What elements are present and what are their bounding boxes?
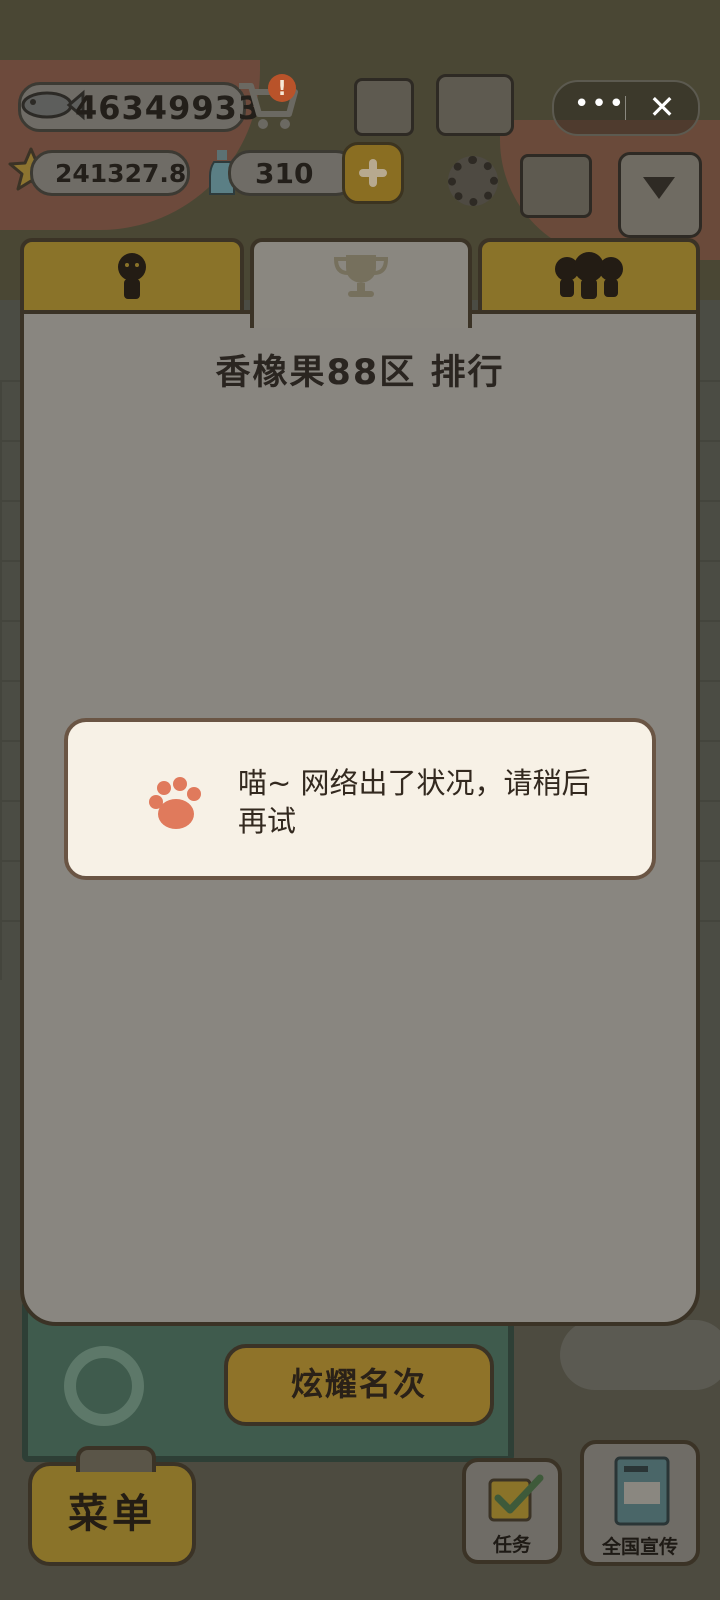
group-icon — [555, 252, 623, 299]
fish-currency: 46349933 — [18, 82, 260, 132]
promo-label: 全国宣传 — [601, 1536, 678, 1558]
bottle-count: 310 — [255, 157, 314, 190]
fish-count: 46349933 — [75, 89, 262, 127]
star-currency: 241327.8 — [30, 150, 190, 196]
tab-personal-ranking[interactable] — [20, 238, 244, 314]
miniprogram-capsule: ••• ✕ — [552, 80, 700, 136]
cat-album-icon[interactable] — [436, 74, 514, 136]
donut-decoration — [64, 1346, 144, 1426]
map-icon[interactable] — [520, 154, 592, 218]
newspaper-icon[interactable] — [354, 78, 414, 136]
checklist-icon — [488, 1474, 544, 1522]
person-icon — [118, 253, 146, 299]
close-button[interactable]: ✕ — [640, 90, 684, 126]
ranking-title: 香橡果88区 排行 — [215, 353, 505, 393]
paw-icon — [149, 777, 201, 829]
menu-button[interactable]: 菜单 — [28, 1446, 196, 1566]
capsule-divider — [625, 96, 626, 120]
tab-server-ranking[interactable] — [250, 238, 472, 328]
star-count: 241327.8 — [55, 159, 187, 188]
task-label: 任务 — [492, 1534, 531, 1556]
add-currency-button[interactable] — [342, 142, 404, 204]
bottle-currency: 310 — [228, 150, 358, 196]
network-error-toast: 喵~ 网络出了状况，请稍后再试 — [64, 718, 656, 880]
gear-icon[interactable] — [448, 156, 498, 206]
tab-group-ranking[interactable] — [478, 238, 700, 314]
show-rank-button[interactable]: 炫耀名次 — [224, 1344, 494, 1426]
more-button[interactable]: ••• — [574, 91, 624, 118]
trophy-icon — [333, 255, 389, 298]
notification-badge: ! — [268, 74, 296, 102]
collapse-menu-button[interactable] — [618, 152, 702, 238]
background-cloud — [560, 1320, 720, 1390]
task-button[interactable]: 任务 — [462, 1458, 562, 1564]
toast-message: 喵~ 网络出了状况，请稍后再试 — [238, 766, 591, 838]
national-promo-button[interactable]: 全国宣传 — [580, 1440, 700, 1566]
promo-magazine-icon — [614, 1456, 670, 1526]
